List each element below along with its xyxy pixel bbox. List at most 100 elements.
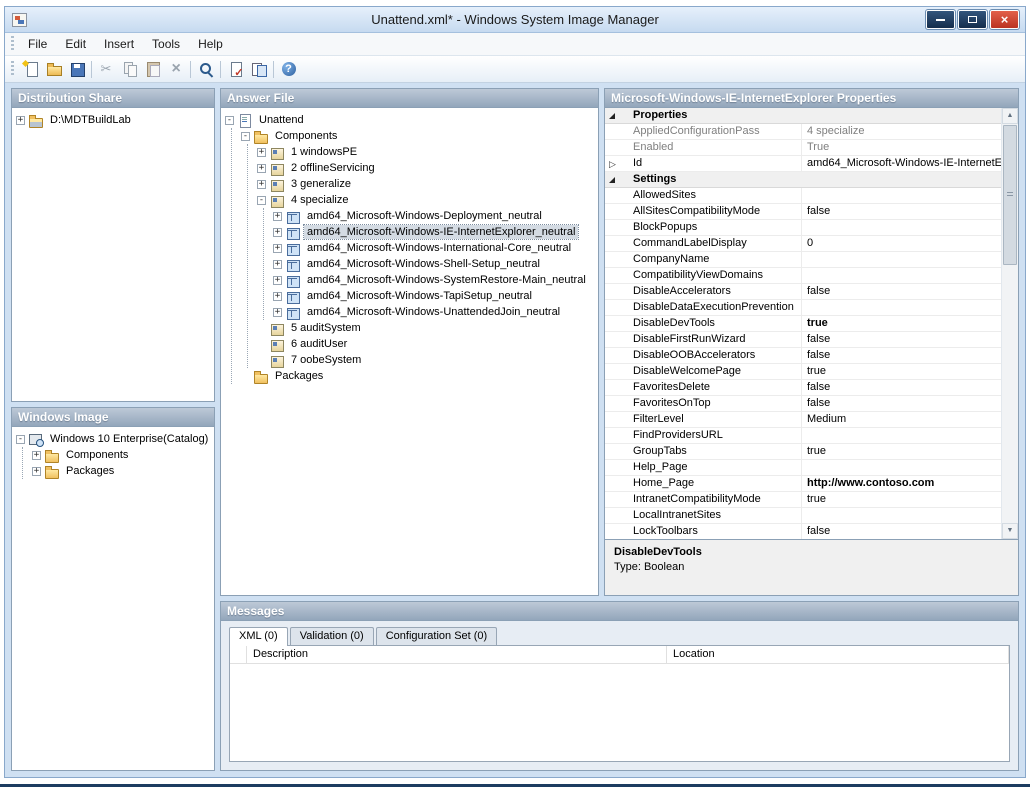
tab-configuration-set-0[interactable]: Configuration Set (0) bbox=[376, 627, 498, 645]
property-key-help-page: Help_Page bbox=[619, 460, 802, 476]
maximize-button[interactable] bbox=[958, 10, 987, 29]
tree-item-4-specialize[interactable]: -4 specialize bbox=[257, 192, 596, 208]
tab-xml-0[interactable]: XML (0) bbox=[229, 627, 288, 646]
property-value-localintranetsites[interactable] bbox=[802, 508, 1001, 524]
tree-item-amd64-microsoft-windows-unattendedjoin-neutral[interactable]: +amd64_Microsoft-Windows-UnattendedJoin_… bbox=[273, 304, 596, 320]
tree-item-unattend[interactable]: -Unattend bbox=[225, 112, 596, 128]
collapse-toggle[interactable]: - bbox=[225, 116, 234, 125]
tree-item-amd64-microsoft-windows-ie-internetexplorer-neutral[interactable]: +amd64_Microsoft-Windows-IE-InternetExpl… bbox=[273, 224, 596, 240]
property-section-settings[interactable]: Settings bbox=[619, 172, 1001, 188]
new-button[interactable] bbox=[19, 58, 42, 80]
save-button[interactable] bbox=[65, 58, 88, 80]
open-button[interactable] bbox=[42, 58, 65, 80]
property-value-blockpopups[interactable] bbox=[802, 220, 1001, 236]
property-value-home-page[interactable]: http://www.contoso.com bbox=[802, 476, 1001, 492]
expand-toggle[interactable]: + bbox=[273, 244, 282, 253]
validate-button[interactable] bbox=[224, 58, 247, 80]
property-value-disablewelcomepage[interactable]: true bbox=[802, 364, 1001, 380]
tree-item-d-mdtbuildlab[interactable]: +D:\MDTBuildLab bbox=[16, 112, 212, 128]
tree-item-7-oobesystem[interactable]: 7 oobeSystem bbox=[257, 352, 596, 368]
menu-tools[interactable]: Tools bbox=[143, 34, 189, 54]
property-value-intranetcompatibilitymode[interactable]: true bbox=[802, 492, 1001, 508]
paste-button[interactable] bbox=[141, 58, 164, 80]
delete-button[interactable] bbox=[164, 58, 187, 80]
property-value-compatibilityviewdomains[interactable] bbox=[802, 268, 1001, 284]
expand-toggle[interactable]: + bbox=[16, 116, 25, 125]
property-value-help-page[interactable] bbox=[802, 460, 1001, 476]
expand-toggle[interactable]: + bbox=[273, 260, 282, 269]
expand-toggle[interactable]: + bbox=[273, 292, 282, 301]
tree-item-components[interactable]: +Components bbox=[32, 447, 212, 463]
tree-item-components[interactable]: -Components bbox=[241, 128, 596, 144]
tree-item-amd64-microsoft-windows-systemrestore-main-neutral[interactable]: +amd64_Microsoft-Windows-SystemRestore-M… bbox=[273, 272, 596, 288]
column-header-location[interactable]: Location bbox=[667, 646, 1009, 663]
property-value-disableaccelerators[interactable]: false bbox=[802, 284, 1001, 300]
messages-list-empty[interactable] bbox=[230, 664, 1009, 761]
scroll-up-icon[interactable]: ▲ bbox=[1002, 108, 1018, 124]
scrollbar-track[interactable] bbox=[1002, 124, 1018, 523]
property-value-grouptabs[interactable]: true bbox=[802, 444, 1001, 460]
property-value-disabledevtools[interactable]: true bbox=[802, 316, 1001, 332]
config-set-button[interactable] bbox=[247, 58, 270, 80]
tree-item-packages[interactable]: +Packages bbox=[32, 463, 212, 479]
menu-insert[interactable]: Insert bbox=[95, 34, 143, 54]
property-value-favoritesdelete[interactable]: false bbox=[802, 380, 1001, 396]
collapse-toggle[interactable]: - bbox=[257, 196, 266, 205]
tree-item-amd64-microsoft-windows-shell-setup-neutral[interactable]: +amd64_Microsoft-Windows-Shell-Setup_neu… bbox=[273, 256, 596, 272]
menu-edit[interactable]: Edit bbox=[56, 34, 95, 54]
expand-toggle[interactable]: + bbox=[257, 180, 266, 189]
tree-item-windows-10-enterprise-catalog[interactable]: -Windows 10 Enterprise(Catalog) bbox=[16, 431, 212, 447]
menu-help[interactable]: Help bbox=[189, 34, 232, 54]
tree-item-5-auditsystem[interactable]: 5 auditSystem bbox=[257, 320, 596, 336]
tree-item-amd64-microsoft-windows-international-core-neutral[interactable]: +amd64_Microsoft-Windows-International-C… bbox=[273, 240, 596, 256]
expand-toggle[interactable]: + bbox=[273, 212, 282, 221]
cut-button[interactable] bbox=[95, 58, 118, 80]
property-value-allsitescompatibilitymode[interactable]: false bbox=[802, 204, 1001, 220]
property-section-properties[interactable]: Properties bbox=[619, 108, 1001, 124]
expand-toggle[interactable]: + bbox=[32, 467, 41, 476]
property-value-disableoobaccelerators[interactable]: false bbox=[802, 348, 1001, 364]
expand-toggle[interactable]: + bbox=[32, 451, 41, 460]
property-value-favoritesontop[interactable]: false bbox=[802, 396, 1001, 412]
collapse-toggle[interactable]: - bbox=[241, 132, 250, 141]
tab-validation-0[interactable]: Validation (0) bbox=[290, 627, 374, 645]
expand-toggle[interactable]: + bbox=[273, 308, 282, 317]
title-bar[interactable]: Unattend.xml* - Windows System Image Man… bbox=[5, 7, 1025, 33]
property-value-allowedsites[interactable] bbox=[802, 188, 1001, 204]
scroll-down-icon[interactable]: ▼ bbox=[1002, 523, 1018, 539]
tree-item-packages[interactable]: Packages bbox=[241, 368, 596, 384]
tree-item-3-generalize[interactable]: +3 generalize bbox=[257, 176, 596, 192]
tree-item-amd64-microsoft-windows-deployment-neutral[interactable]: +amd64_Microsoft-Windows-Deployment_neut… bbox=[273, 208, 596, 224]
tree-label: 7 oobeSystem bbox=[288, 353, 364, 367]
scrollbar-thumb[interactable] bbox=[1003, 125, 1017, 265]
minimize-button[interactable] bbox=[926, 10, 955, 29]
section-expander[interactable] bbox=[605, 172, 619, 188]
column-header-description[interactable]: Description bbox=[247, 646, 667, 663]
menu-file[interactable]: File bbox=[19, 34, 56, 54]
close-button[interactable]: × bbox=[990, 10, 1019, 29]
collapse-toggle[interactable]: - bbox=[16, 435, 25, 444]
property-value-findprovidersurl[interactable] bbox=[802, 428, 1001, 444]
property-value-appliedconfigurationpass[interactable]: 4 specialize bbox=[802, 124, 1001, 140]
property-value-companyname[interactable] bbox=[802, 252, 1001, 268]
property-value-commandlabeldisplay[interactable]: 0 bbox=[802, 236, 1001, 252]
find-button[interactable] bbox=[194, 58, 217, 80]
property-value-filterlevel[interactable]: Medium bbox=[802, 412, 1001, 428]
expand-toggle[interactable]: + bbox=[273, 276, 282, 285]
tree-item-1-windowspe[interactable]: +1 windowsPE bbox=[257, 144, 596, 160]
help-button[interactable] bbox=[277, 58, 300, 80]
tree-item-amd64-microsoft-windows-tapisetup-neutral[interactable]: +amd64_Microsoft-Windows-TapiSetup_neutr… bbox=[273, 288, 596, 304]
property-value-disablefirstrunwizard[interactable]: false bbox=[802, 332, 1001, 348]
tree-item-6-audituser[interactable]: 6 auditUser bbox=[257, 336, 596, 352]
property-value-locktoolbars[interactable]: false bbox=[802, 524, 1001, 539]
expand-toggle[interactable]: + bbox=[257, 164, 266, 173]
property-value-id[interactable]: amd64_Microsoft-Windows-IE-InternetExplo… bbox=[802, 156, 1001, 172]
property-value-disabledataexecutionprevention[interactable] bbox=[802, 300, 1001, 316]
copy-button[interactable] bbox=[118, 58, 141, 80]
expand-toggle[interactable]: + bbox=[273, 228, 282, 237]
property-value-enabled[interactable]: True bbox=[802, 140, 1001, 156]
section-expander[interactable] bbox=[605, 108, 619, 124]
tree-item-2-offlineservicing[interactable]: +2 offlineServicing bbox=[257, 160, 596, 176]
expand-toggle[interactable]: + bbox=[257, 148, 266, 157]
properties-scrollbar[interactable]: ▲ ▼ bbox=[1001, 108, 1018, 539]
